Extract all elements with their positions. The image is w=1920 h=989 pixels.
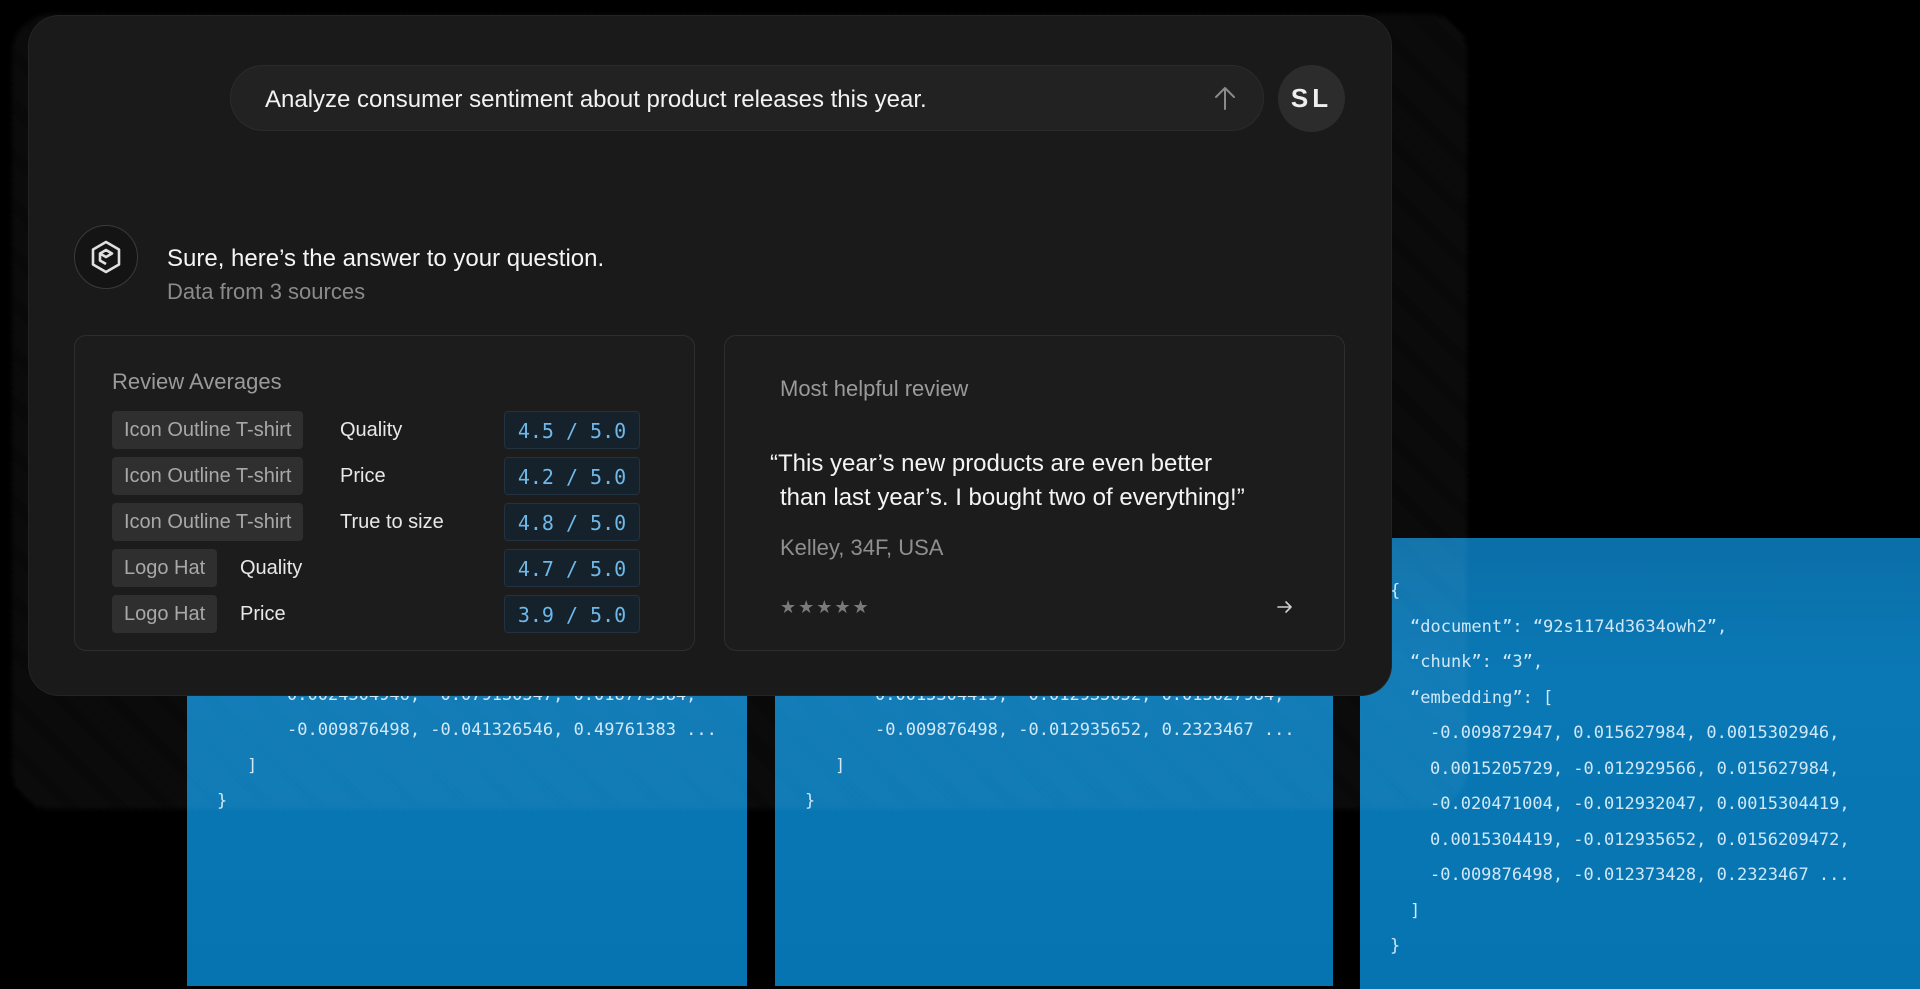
review-average-row: Icon Outline T-shirt Quality 4.5 / 5.0 <box>112 408 667 454</box>
score-badge: 3.9 / 5.0 <box>504 595 640 633</box>
review-quote: “This year’s new products are even bette… <box>770 447 1290 515</box>
review-average-row: Logo Hat Price 3.9 / 5.0 <box>112 592 667 638</box>
review-average-row: Logo Hat Quality 4.7 / 5.0 <box>112 546 667 592</box>
assistant-logo-icon <box>74 225 138 289</box>
product-tag[interactable]: Icon Outline T-shirt <box>112 503 304 541</box>
product-tag[interactable]: Icon Outline T-shirt <box>112 411 304 449</box>
arrow-up-icon <box>1215 87 1235 110</box>
arrow-right-icon <box>1277 601 1292 613</box>
product-tag[interactable]: Icon Outline T-shirt <box>112 457 304 495</box>
prompt-text[interactable]: Analyze consumer sentiment about product… <box>265 86 927 114</box>
code-line: ] <box>1410 900 1421 921</box>
review-quote-line: than last year’s. I bought two of everyt… <box>780 484 1245 511</box>
helpful-review-title: Most helpful review <box>780 376 969 401</box>
review-averages-card: Review Averages Icon Outline T-shirt Qua… <box>74 335 695 651</box>
review-quote-line: “This year’s new products are even bette… <box>770 450 1212 477</box>
code-line: { <box>1390 574 1920 610</box>
product-tag[interactable]: Logo Hat <box>112 595 218 633</box>
review-averages-title: Review Averages <box>112 369 282 394</box>
product-tag[interactable]: Logo Hat <box>112 549 218 587</box>
metric-label: Quality <box>240 557 303 579</box>
code-line: “document”: “92s1174d3634owh2”, <box>1410 616 1728 637</box>
open-review-button[interactable] <box>1276 598 1294 616</box>
code-line: -0.009876498, -0.012373428, 0.2323467 ..… <box>1430 865 1850 885</box>
helpful-review-card[interactable]: Most helpful review “This year’s new pro… <box>724 335 1345 651</box>
code-line: } <box>1390 936 1401 956</box>
prompt-input[interactable]: Analyze consumer sentiment about product… <box>230 65 1264 131</box>
code-line: 0.0015205729, -0.012929566, 0.015627984, <box>1430 758 1840 779</box>
chat-window: Analyze consumer sentiment about product… <box>29 16 1391 695</box>
review-average-row: Icon Outline T-shirt True to size 4.8 / … <box>112 500 667 546</box>
user-avatar[interactable]: SL <box>1278 65 1345 132</box>
code-line: “embedding”: [ <box>1410 687 1554 708</box>
score-badge: 4.2 / 5.0 <box>504 457 640 495</box>
code-line: “chunk”: “3”, <box>1410 652 1544 672</box>
star-rating: ★★★★★ <box>780 597 871 617</box>
code-line: -0.020471004, -0.012932047, 0.0015304419… <box>1430 794 1850 814</box>
send-button[interactable] <box>1207 80 1243 116</box>
score-badge: 4.8 / 5.0 <box>504 503 640 541</box>
answer-sources: Data from 3 sources <box>167 279 366 304</box>
score-badge: 4.7 / 5.0 <box>504 549 640 587</box>
metric-label: Price <box>340 465 386 487</box>
metric-label: True to size <box>340 511 444 533</box>
review-averages-list: Icon Outline T-shirt Quality 4.5 / 5.0 I… <box>112 408 667 638</box>
review-average-row: Icon Outline T-shirt Price 4.2 / 5.0 <box>112 454 667 500</box>
code-line: -0.009872947, 0.015627984, 0.0015302946, <box>1430 723 1840 743</box>
review-author: Kelley, 34F, USA <box>780 535 944 560</box>
metric-label: Quality <box>340 419 403 441</box>
metric-label: Price <box>240 603 286 625</box>
answer-title: Sure, here’s the answer to your question… <box>167 245 605 272</box>
code-line: 0.0015304419, -0.012935652, 0.0156209472… <box>1430 829 1850 850</box>
score-badge: 4.5 / 5.0 <box>504 411 640 449</box>
